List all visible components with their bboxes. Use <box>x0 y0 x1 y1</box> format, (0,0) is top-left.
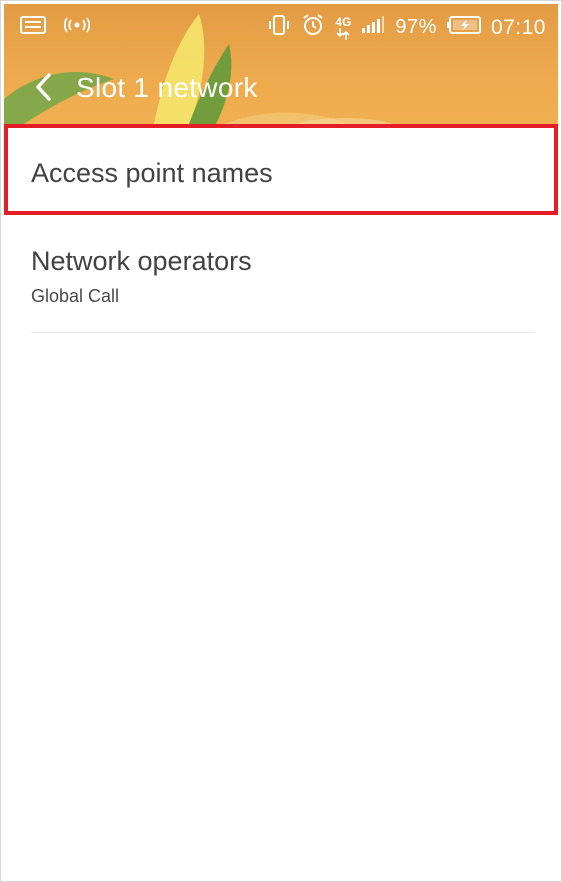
back-button[interactable] <box>26 70 60 108</box>
list-item-label: Access point names <box>31 158 273 188</box>
page-title: Slot 1 network <box>76 72 258 103</box>
header: 4G 97% 07:10 Slot 1 network <box>4 4 558 124</box>
divider <box>31 332 535 333</box>
app-bar: Slot 1 network <box>4 62 558 116</box>
battery-percent: 97% <box>395 16 437 38</box>
hotspot-icon <box>63 17 91 38</box>
clock: 07:10 <box>490 15 546 39</box>
list-item-label: Network operators <box>31 246 252 276</box>
keyboard-icon <box>20 16 46 39</box>
vibrate-icon <box>267 13 291 42</box>
network-4g-icon: 4G <box>335 16 351 40</box>
status-bar: 4G 97% 07:10 <box>4 4 558 48</box>
screenshot-frame: 4G 97% 07:10 Slot 1 network Access point… <box>0 0 562 882</box>
signal-icon <box>361 16 385 39</box>
battery-charging-icon <box>446 16 481 39</box>
list-item-access-point-names[interactable]: Access point names <box>4 124 558 215</box>
list-item-summary: Global Call <box>31 286 120 306</box>
chevron-left-icon <box>33 72 53 107</box>
list-item-network-operators[interactable]: Network operators Global Call <box>4 224 558 334</box>
alarm-icon <box>301 13 325 42</box>
